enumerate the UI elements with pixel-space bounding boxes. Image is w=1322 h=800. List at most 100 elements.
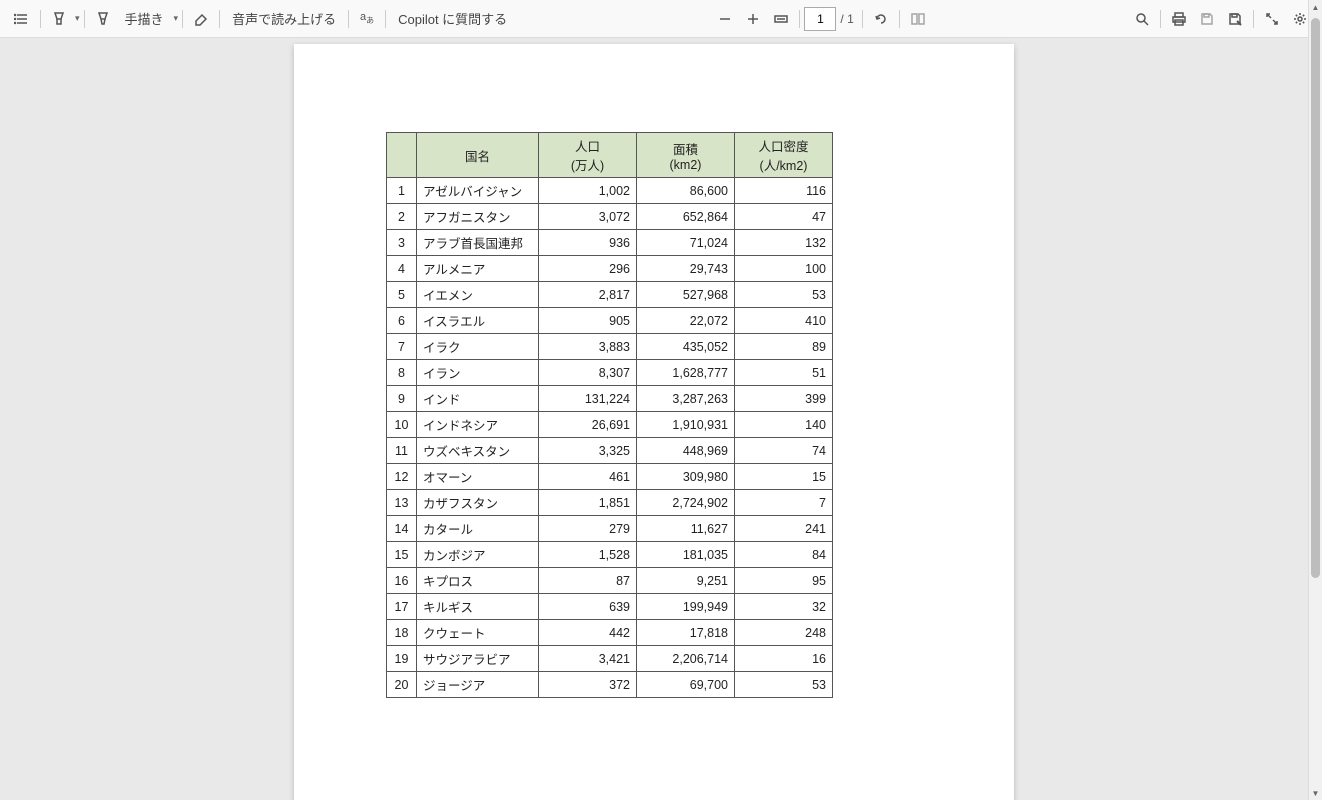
row-population: 87: [539, 568, 637, 594]
table-row: 10インドネシア26,6911,910,931140: [387, 412, 833, 438]
row-population: 3,421: [539, 646, 637, 672]
row-density: 15: [735, 464, 833, 490]
row-country: アフガニスタン: [417, 204, 539, 230]
row-area: 1,910,931: [637, 412, 735, 438]
row-density: 132: [735, 230, 833, 256]
row-population: 279: [539, 516, 637, 542]
row-population: 936: [539, 230, 637, 256]
fullscreen-icon[interactable]: [1258, 5, 1286, 33]
row-index: 19: [387, 646, 417, 672]
row-population: 639: [539, 594, 637, 620]
row-density: 95: [735, 568, 833, 594]
print-icon[interactable]: [1165, 5, 1193, 33]
table-row: 19サウジアラビア3,4212,206,71416: [387, 646, 833, 672]
row-area: 9,251: [637, 568, 735, 594]
row-population: 1,528: [539, 542, 637, 568]
row-population: 461: [539, 464, 637, 490]
row-country: イスラエル: [417, 308, 539, 334]
copilot-button[interactable]: Copilot に質問する: [390, 5, 515, 33]
row-country: アゼルバイジャン: [417, 178, 539, 204]
row-country: イラク: [417, 334, 539, 360]
page-number-input[interactable]: [804, 7, 836, 31]
row-density: 51: [735, 360, 833, 386]
row-index: 15: [387, 542, 417, 568]
row-index: 14: [387, 516, 417, 542]
row-country: イエメン: [417, 282, 539, 308]
table-row: 14カタール27911,627241: [387, 516, 833, 542]
row-index: 9: [387, 386, 417, 412]
row-area: 527,968: [637, 282, 735, 308]
contents-icon[interactable]: [8, 5, 36, 33]
row-population: 442: [539, 620, 637, 646]
row-area: 2,206,714: [637, 646, 735, 672]
search-icon[interactable]: [1128, 5, 1156, 33]
highlighter-icon[interactable]: [45, 5, 73, 33]
row-density: 74: [735, 438, 833, 464]
row-index: 4: [387, 256, 417, 282]
scroll-down-icon[interactable]: ▼: [1309, 786, 1322, 800]
row-country: オマーン: [417, 464, 539, 490]
save-as-icon[interactable]: [1221, 5, 1249, 33]
row-population: 1,851: [539, 490, 637, 516]
row-index: 7: [387, 334, 417, 360]
row-population: 905: [539, 308, 637, 334]
chevron-down-icon[interactable]: ▾: [75, 13, 80, 24]
row-area: 69,700: [637, 672, 735, 698]
row-area: 17,818: [637, 620, 735, 646]
row-area: 86,600: [637, 178, 735, 204]
scroll-thumb[interactable]: [1311, 18, 1320, 578]
vertical-scrollbar[interactable]: ▲ ▼: [1308, 0, 1322, 800]
row-index: 6: [387, 308, 417, 334]
zoom-in-button[interactable]: [739, 5, 767, 33]
table-row: 7イラク3,883435,05289: [387, 334, 833, 360]
fit-width-icon[interactable]: [767, 5, 795, 33]
header-population: 人口(万人): [539, 133, 637, 178]
table-row: 16キプロス879,25195: [387, 568, 833, 594]
row-population: 3,072: [539, 204, 637, 230]
row-country: アルメニア: [417, 256, 539, 282]
rotate-icon[interactable]: [867, 5, 895, 33]
country-table: 国名 人口(万人) 面積(km2) 人口密度(人/km2) 1アゼルバイジャン1…: [386, 132, 833, 698]
draw-button[interactable]: 手描き: [117, 5, 172, 33]
table-row: 17キルギス639199,94932: [387, 594, 833, 620]
row-population: 131,224: [539, 386, 637, 412]
row-country: インド: [417, 386, 539, 412]
translate-icon[interactable]: aあ: [353, 5, 381, 33]
erase-icon[interactable]: [187, 5, 215, 33]
table-row: 18クウェート44217,818248: [387, 620, 833, 646]
zoom-out-button[interactable]: [711, 5, 739, 33]
chevron-down-icon[interactable]: ▾: [174, 13, 179, 24]
row-area: 3,287,263: [637, 386, 735, 412]
row-density: 84: [735, 542, 833, 568]
row-index: 5: [387, 282, 417, 308]
header-density: 人口密度(人/km2): [735, 133, 833, 178]
scroll-up-icon[interactable]: ▲: [1309, 0, 1322, 14]
row-country: キルギス: [417, 594, 539, 620]
row-density: 53: [735, 672, 833, 698]
row-area: 29,743: [637, 256, 735, 282]
row-country: インドネシア: [417, 412, 539, 438]
row-area: 435,052: [637, 334, 735, 360]
row-index: 12: [387, 464, 417, 490]
row-area: 1,628,777: [637, 360, 735, 386]
table-row: 6イスラエル90522,072410: [387, 308, 833, 334]
row-index: 13: [387, 490, 417, 516]
draw-icon[interactable]: [89, 5, 117, 33]
page-total: / 1: [836, 12, 857, 26]
table-row: 8イラン8,3071,628,77751: [387, 360, 833, 386]
page-view-icon[interactable]: [904, 5, 932, 33]
row-country: カタール: [417, 516, 539, 542]
row-index: 3: [387, 230, 417, 256]
table-row: 5イエメン2,817527,96853: [387, 282, 833, 308]
row-density: 16: [735, 646, 833, 672]
row-country: カンボジア: [417, 542, 539, 568]
row-density: 399: [735, 386, 833, 412]
header-blank: [387, 133, 417, 178]
table-row: 20ジョージア37269,70053: [387, 672, 833, 698]
save-icon[interactable]: [1193, 5, 1221, 33]
read-aloud-button[interactable]: 音声で読み上げる: [224, 5, 344, 33]
table-row: 1アゼルバイジャン1,00286,600116: [387, 178, 833, 204]
row-area: 71,024: [637, 230, 735, 256]
row-population: 296: [539, 256, 637, 282]
table-row: 15カンボジア1,528181,03584: [387, 542, 833, 568]
